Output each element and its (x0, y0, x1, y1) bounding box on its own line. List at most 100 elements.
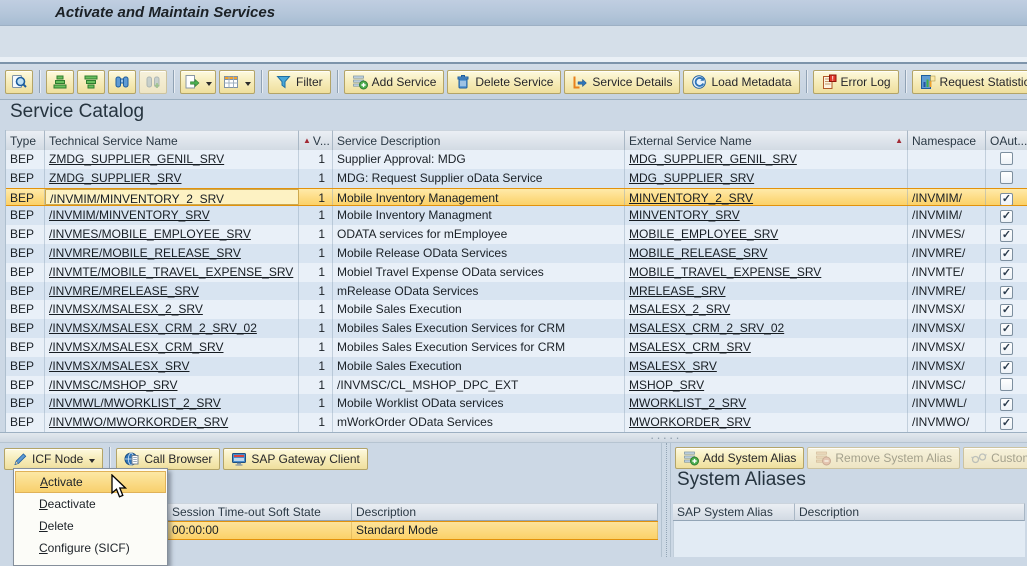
external-service-name-link[interactable]: MRELEASE_SRV (629, 284, 726, 298)
table-row[interactable]: BEP/INVMSX/MSALESX_2_SRV1Mobile Sales Ex… (6, 300, 1027, 319)
technical-service-name-link[interactable]: /INVMSC/MSHOP_SRV (49, 378, 177, 392)
oauth-checkbox[interactable]: ✓ (1000, 267, 1013, 280)
technical-service-name-link[interactable]: /INVMTE/MOBILE_TRAVEL_EXPENSE_SRV (49, 265, 293, 279)
export-button[interactable] (180, 70, 216, 94)
external-service-name-link[interactable]: MWORKLIST_2_SRV (629, 396, 746, 410)
technical-service-name-link[interactable]: ZMDG_SUPPLIER_SRV (49, 171, 182, 185)
external-service-name-link[interactable]: MSALESX_2_SRV (629, 302, 730, 316)
error-log-button[interactable]: ! Error Log (813, 70, 899, 94)
column-header-namespace[interactable]: Namespace (908, 130, 986, 150)
oauth-checkbox[interactable]: ✓ (1000, 229, 1013, 242)
technical-service-name-link[interactable]: /INVMSX/MSALESX_SRV (49, 359, 190, 373)
external-service-name-link[interactable]: MOBILE_TRAVEL_EXPENSE_SRV (629, 265, 821, 279)
table-row[interactable]: BEP/INVMTE/MOBILE_TRAVEL_EXPENSE_SRV1Mob… (6, 263, 1027, 282)
external-service-name-link[interactable]: MSALESX_SRV (629, 359, 717, 373)
row-type: BEP (6, 263, 45, 282)
table-row[interactable]: BEP/INVMIM/MINVENTORY_SRV1Mobile Invento… (6, 206, 1027, 225)
sort-descending-button[interactable] (77, 70, 105, 94)
column-header-type[interactable]: Type (6, 130, 45, 150)
menu-item-activate[interactable]: Activate (15, 471, 166, 493)
sap-gateway-client-button[interactable]: SAP Gateway Client (223, 448, 368, 470)
external-service-name-link[interactable]: MSALESX_CRM_SRV (629, 340, 751, 354)
external-service-name-link[interactable]: MINVENTORY_SRV (629, 208, 740, 222)
table-row[interactable]: BEPZMDG_SUPPLIER_GENIL_SRV1Supplier Appr… (6, 150, 1027, 169)
icf-node-button[interactable]: ICF Node (4, 448, 103, 470)
oauth-checkbox[interactable]: ✓ (1000, 286, 1013, 299)
technical-service-name-link[interactable]: /INVMES/MOBILE_EMPLOYEE_SRV (49, 227, 251, 241)
column-header-sap-system-alias[interactable]: SAP System Alias (673, 503, 795, 521)
table-row[interactable]: BEPZMDG_SUPPLIER_SRV1MDG: Request Suppli… (6, 169, 1027, 188)
table-row[interactable]: BEP/INVMRE/MOBILE_RELEASE_SRV1Mobile Rel… (6, 244, 1027, 263)
column-header-alias-description[interactable]: Description (795, 503, 1025, 521)
table-row[interactable]: BEP/INVMES/MOBILE_EMPLOYEE_SRV1ODATA ser… (6, 225, 1027, 244)
table-row[interactable]: BEP/INVMSX/MSALESX_CRM_SRV1Mobiles Sales… (6, 338, 1027, 357)
service-details-button[interactable]: Service Details (564, 70, 680, 94)
vertical-splitter[interactable] (661, 443, 671, 557)
external-service-name-link[interactable]: MWORKORDER_SRV (629, 415, 751, 429)
choose-layout-button[interactable] (219, 70, 255, 94)
oauth-checkbox[interactable]: ✓ (1000, 193, 1013, 206)
customizing-button[interactable]: Customizing (963, 447, 1027, 469)
add-service-button[interactable]: Add Service (344, 70, 445, 94)
icf-table-row[interactable]: 00:00:00 Standard Mode (168, 521, 658, 540)
add-system-alias-button[interactable]: Add System Alias (675, 447, 804, 469)
oauth-checkbox[interactable]: ✓ (1000, 342, 1013, 355)
table-row[interactable]: BEP/INVMSC/MSHOP_SRV1/INVMSC/CL_MSHOP_DP… (6, 376, 1027, 395)
column-header-oauth[interactable]: OAut... (986, 130, 1027, 150)
external-service-name-link[interactable]: MSALESX_CRM_2_SRV_02 (629, 321, 784, 335)
call-browser-button[interactable]: Call Browser (116, 448, 220, 470)
table-row[interactable]: BEP/INVMSX/MSALESX_SRV1Mobile Sales Exec… (6, 357, 1027, 376)
technical-service-name-link[interactable]: /INVMRE/MRELEASE_SRV (49, 284, 199, 298)
column-header-version[interactable]: ▲V... (299, 130, 333, 150)
row-service-description: Mobile Worklist OData services (333, 394, 625, 413)
technical-service-name-link[interactable]: /INVMIM/MINVENTORY_SRV (49, 208, 210, 222)
delete-service-button[interactable]: Delete Service (447, 70, 561, 94)
external-service-name-link[interactable]: MOBILE_RELEASE_SRV (629, 246, 768, 260)
technical-service-name-link[interactable]: /INVMSX/MSALESX_CRM_2_SRV_02 (49, 321, 257, 335)
external-service-name-link[interactable]: MINVENTORY_2_SRV (629, 191, 753, 205)
table-row[interactable]: BEP/INVMIM/MINVENTORY_2_SRV1Mobile Inven… (6, 188, 1027, 207)
oauth-checkbox[interactable]: ✓ (1000, 210, 1013, 223)
oauth-checkbox[interactable] (1000, 378, 1013, 391)
table-row[interactable]: BEP/INVMSX/MSALESX_CRM_2_SRV_021Mobiles … (6, 319, 1027, 338)
remove-system-alias-button[interactable]: Remove System Alias (807, 447, 960, 469)
technical-service-name-link[interactable]: /INVMRE/MOBILE_RELEASE_SRV (49, 246, 241, 260)
filter-button[interactable]: Filter (268, 70, 331, 94)
column-header-service-description[interactable]: Service Description (333, 130, 625, 150)
technical-service-name-link[interactable]: /INVMIM/MINVENTORY_2_SRV (50, 192, 224, 206)
oauth-checkbox[interactable]: ✓ (1000, 323, 1013, 336)
oauth-checkbox[interactable] (1000, 171, 1013, 184)
column-header-external-service-name[interactable]: External Service Name▲ (625, 130, 908, 150)
menu-item-configure-sicf[interactable]: Configure (SICF) (15, 537, 166, 559)
horizontal-splitter[interactable]: ····· (0, 432, 1027, 443)
technical-service-name-link[interactable]: /INVMWL/MWORKLIST_2_SRV (49, 396, 221, 410)
oauth-checkbox[interactable]: ✓ (1000, 417, 1013, 430)
external-service-name-link[interactable]: MSHOP_SRV (629, 378, 704, 392)
external-service-name-link[interactable]: MDG_SUPPLIER_SRV (629, 171, 754, 185)
oauth-checkbox[interactable]: ✓ (1000, 248, 1013, 261)
table-row[interactable]: BEP/INVMRE/MRELEASE_SRV1mRelease OData S… (6, 282, 1027, 301)
technical-service-name-link[interactable]: /INVMSX/MSALESX_2_SRV (49, 302, 203, 316)
sort-ascending-button[interactable] (46, 70, 74, 94)
request-statistics-button[interactable]: Request Statistics (912, 70, 1027, 94)
external-service-name-link[interactable]: MOBILE_EMPLOYEE_SRV (629, 227, 778, 241)
oauth-checkbox[interactable]: ✓ (1000, 304, 1013, 317)
find-next-button[interactable] (139, 70, 167, 94)
technical-service-name-link[interactable]: /INVMSX/MSALESX_CRM_SRV (49, 340, 224, 354)
technical-service-name-link[interactable]: /INVMWO/MWORKORDER_SRV (49, 415, 228, 429)
column-header-session-timeout[interactable]: Session Time-out Soft State (168, 503, 352, 521)
column-header-description[interactable]: Description (352, 503, 658, 521)
technical-service-name-link[interactable]: ZMDG_SUPPLIER_GENIL_SRV (49, 152, 224, 166)
menu-item-deactivate[interactable]: Deactivate (15, 493, 166, 515)
details-button[interactable] (5, 70, 33, 94)
oauth-checkbox[interactable] (1000, 152, 1013, 165)
oauth-checkbox[interactable]: ✓ (1000, 398, 1013, 411)
oauth-checkbox[interactable]: ✓ (1000, 361, 1013, 374)
find-button[interactable] (108, 70, 136, 94)
external-service-name-link[interactable]: MDG_SUPPLIER_GENIL_SRV (629, 152, 797, 166)
menu-item-delete[interactable]: Delete (15, 515, 166, 537)
column-header-technical-service-name[interactable]: Technical Service Name (45, 130, 299, 150)
table-row[interactable]: BEP/INVMWL/MWORKLIST_2_SRV1Mobile Workli… (6, 394, 1027, 413)
table-row[interactable]: BEP/INVMWO/MWORKORDER_SRV1mWorkOrder ODa… (6, 413, 1027, 432)
load-metadata-button[interactable]: Load Metadata (683, 70, 799, 94)
